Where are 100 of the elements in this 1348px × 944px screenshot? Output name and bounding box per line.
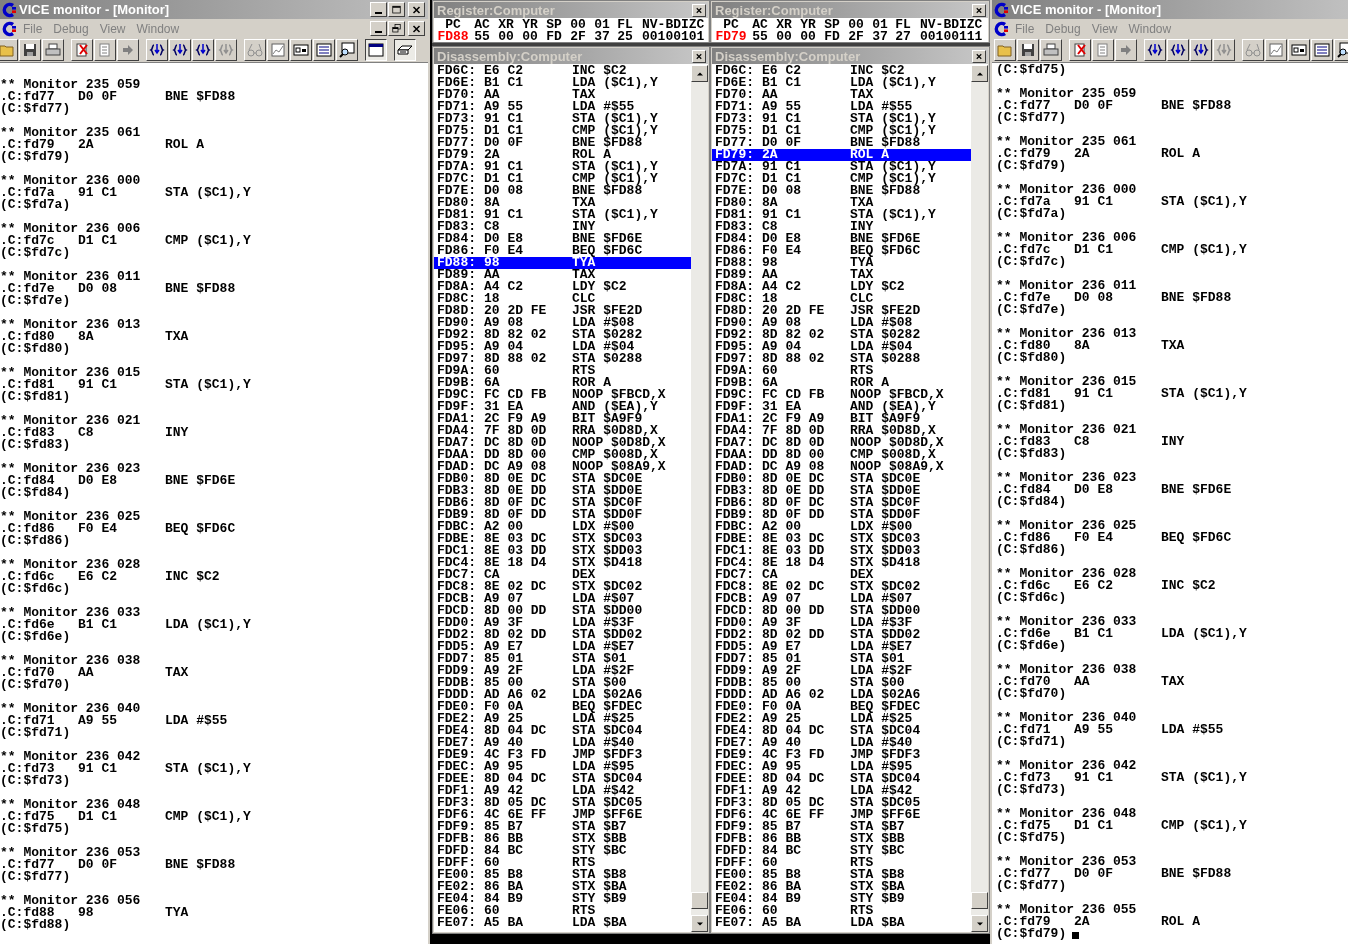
disassembly-row[interactable]: FD8A: A4 C2 LDY $C2 — [434, 281, 691, 293]
disassembly-row[interactable]: FD92: 8D 82 02 STA $0282 — [434, 329, 691, 341]
disassembly-row[interactable]: FDD2: 8D 02 DD STA $DD02 — [434, 629, 691, 641]
disassembly-row[interactable]: FDEE: 8D 04 DC STA $DC04 — [712, 773, 971, 785]
disassembly-row[interactable]: FD8D: 20 2D FE JSR $FE2D — [434, 305, 691, 317]
disassembly-row[interactable]: FD7C: D1 C1 CMP ($C1),Y — [712, 173, 971, 185]
close-button[interactable] — [972, 3, 986, 17]
disassembly-row[interactable]: FDEC: A9 95 LDA #$95 — [434, 761, 691, 773]
disassembly-row[interactable]: FD81: 91 C1 STA ($C1),Y — [712, 209, 971, 221]
toolbar-button[interactable] — [365, 39, 387, 61]
close-button[interactable] — [972, 49, 986, 63]
disassembly-row[interactable]: FDF1: A9 42 LDA #$42 — [434, 785, 691, 797]
disassembly-row[interactable]: FDEC: A9 95 LDA #$95 — [712, 761, 971, 773]
disassembly-row[interactable]: FDCD: 8D 00 DD STA $DD00 — [434, 605, 691, 617]
disassembly-row[interactable]: FDFB: 86 BB STX $BB — [434, 833, 691, 845]
disassembly-row[interactable]: FD75: D1 C1 CMP ($C1),Y — [712, 125, 971, 137]
disassembly-row[interactable]: FD8C: 18 CLC — [434, 293, 691, 305]
disassembly-row[interactable]: FD79: 2A ROL A — [712, 149, 971, 161]
disassembly-row[interactable]: FDE2: A9 25 LDA #$25 — [712, 713, 971, 725]
disassembly-row[interactable]: FDB9: 8D 0F DD STA $DD0F — [434, 509, 691, 521]
disassembly-row[interactable]: FDAA: DD 8D 00 CMP $008D,X — [434, 449, 691, 461]
disassembly-row[interactable]: FE07: A5 BA LDA $BA — [434, 917, 691, 929]
disassembly-row[interactable]: FDA1: 2C F9 A9 BIT $A9F9 — [434, 413, 691, 425]
disassembly-row[interactable]: FDC4: 8E 18 D4 STX $D418 — [434, 557, 691, 569]
disassembly-row[interactable]: FD73: 91 C1 STA ($C1),Y — [434, 113, 691, 125]
maximize-button[interactable] — [388, 2, 405, 17]
scroll-up-button[interactable] — [971, 65, 988, 82]
scroll-thumb[interactable] — [691, 892, 708, 909]
minimize-button[interactable] — [370, 2, 387, 17]
disassembly-row[interactable]: FD77: D0 0F BNE $FD88 — [434, 137, 691, 149]
toolbar-button[interactable] — [394, 39, 416, 61]
disassembly-row[interactable]: FD6C: E6 C2 INC $C2 — [434, 65, 691, 77]
disassembly-row[interactable]: FDA4: 7F 8D 0D RRA $0D8D,X — [434, 425, 691, 437]
disassembly-row[interactable]: FD7A: 91 C1 STA ($C1),Y — [712, 161, 971, 173]
disassembly-row[interactable]: FDD5: A9 E7 LDA #$E7 — [434, 641, 691, 653]
disassembly-row[interactable]: FD80: 8A TXA — [434, 197, 691, 209]
disassembly-row[interactable]: FD86: F0 E4 BEQ $FD6C — [712, 245, 971, 257]
disassembly-row[interactable]: FD8A: A4 C2 LDY $C2 — [712, 281, 971, 293]
disassembly-row[interactable]: FDF9: 85 B7 STA $B7 — [712, 821, 971, 833]
disassembly-row[interactable]: FD9C: FC CD FB NOOP $FBCD,X — [434, 389, 691, 401]
disassembly-row[interactable]: FDBC: A2 00 LDX #$00 — [712, 521, 971, 533]
disassembly-row[interactable]: FDC8: 8E 02 DC STX $DC02 — [712, 581, 971, 593]
disassembly-row[interactable]: FDE2: A9 25 LDA #$25 — [434, 713, 691, 725]
disassembly-row[interactable]: FDB0: 8D 0E DC STA $DC0E — [434, 473, 691, 485]
disassembly-row[interactable]: FD6E: B1 C1 LDA ($C1),Y — [712, 77, 971, 89]
disassembly-row[interactable]: FD71: A9 55 LDA #$55 — [712, 101, 971, 113]
disassembly-row[interactable]: FDD5: A9 E7 LDA #$E7 — [712, 641, 971, 653]
close-button[interactable] — [692, 3, 706, 17]
disassembly-row[interactable]: FD95: A9 04 LDA #$04 — [712, 341, 971, 353]
disassembly-row[interactable]: FD7A: 91 C1 STA ($C1),Y — [434, 161, 691, 173]
disassembly-row[interactable]: FDFF: 60 RTS — [712, 857, 971, 869]
disassembly-row[interactable]: FD9B: 6A ROR A — [434, 377, 691, 389]
disassembly-row[interactable]: FDC7: CA DEX — [712, 569, 971, 581]
disassembly-row[interactable]: FD97: 8D 88 02 STA $0288 — [712, 353, 971, 365]
disassembly-row[interactable]: FD90: A9 08 LDA #$08 — [434, 317, 691, 329]
scroll-down-button[interactable] — [691, 915, 708, 932]
disassembly-row[interactable]: FE00: 85 B8 STA $B8 — [712, 869, 971, 881]
disassembly-row[interactable]: FD86: F0 E4 BEQ $FD6C — [434, 245, 691, 257]
disassembly-row[interactable]: FDE9: 4C F3 FD JMP $FDF3 — [712, 749, 971, 761]
disassembly-row[interactable]: FD75: D1 C1 CMP ($C1),Y — [434, 125, 691, 137]
disassembly-row[interactable]: FD71: A9 55 LDA #$55 — [434, 101, 691, 113]
restore-button[interactable] — [388, 21, 405, 36]
disassembly-row[interactable]: FDDB: 85 00 STA $00 — [434, 677, 691, 689]
disassembly-row[interactable]: FDFF: 60 RTS — [434, 857, 691, 869]
disassembly-row[interactable]: FD9A: 60 RTS — [434, 365, 691, 377]
disassembly-row[interactable]: FD9F: 31 EA AND ($EA),Y — [712, 401, 971, 413]
disassembly-row[interactable]: FD6E: B1 C1 LDA ($C1),Y — [434, 77, 691, 89]
disassembly-row[interactable]: FDBE: 8E 03 DC STX $DC03 — [434, 533, 691, 545]
disassembly-row[interactable]: FDE7: A9 40 LDA #$40 — [712, 737, 971, 749]
disassembly-row[interactable]: FDCD: 8D 00 DD STA $DD00 — [712, 605, 971, 617]
disassembly-row[interactable]: FD9F: 31 EA AND ($EA),Y — [434, 401, 691, 413]
disassembly-row[interactable]: FD79: 2A ROL A — [434, 149, 691, 161]
disassembly-row[interactable]: FDF6: 4C 6E FF JMP $FF6E — [712, 809, 971, 821]
disassembly-row[interactable]: FDB3: 8D 0E DD STA $DD0E — [434, 485, 691, 497]
disassembly-row[interactable]: FD9B: 6A ROR A — [712, 377, 971, 389]
disassembly-row[interactable]: FD95: A9 04 LDA #$04 — [434, 341, 691, 353]
disassembly-row[interactable]: FDFB: 86 BB STX $BB — [712, 833, 971, 845]
disassembly-row[interactable]: FDA7: DC 8D 0D NOOP $0D8D,X — [434, 437, 691, 449]
disassembly-row[interactable]: FD81: 91 C1 STA ($C1),Y — [434, 209, 691, 221]
disassembly-row[interactable]: FDDB: 85 00 STA $00 — [712, 677, 971, 689]
disassembly-row[interactable]: FDB9: 8D 0F DD STA $DD0F — [712, 509, 971, 521]
disassembly-row[interactable]: FDC4: 8E 18 D4 STX $D418 — [712, 557, 971, 569]
disassembly-row[interactable]: FDE9: 4C F3 FD JMP $FDF3 — [434, 749, 691, 761]
disassembly-row[interactable]: FE04: 84 B9 STY $B9 — [712, 893, 971, 905]
disassembly-row[interactable]: FE04: 84 B9 STY $B9 — [434, 893, 691, 905]
disassembly-row[interactable]: FDE4: 8D 04 DC STA $DC04 — [712, 725, 971, 737]
disassembly-row[interactable]: FD89: AA TAX — [712, 269, 971, 281]
disassembly-row[interactable]: FDB0: 8D 0E DC STA $DC0E — [712, 473, 971, 485]
disassembly-row[interactable]: FD88: 98 TYA — [712, 257, 971, 269]
disassembly-row[interactable]: FDF1: A9 42 LDA #$42 — [712, 785, 971, 797]
disassembly-row[interactable]: FDFD: 84 BC STY $BC — [434, 845, 691, 857]
disassembly-row[interactable]: FD7C: D1 C1 CMP ($C1),Y — [434, 173, 691, 185]
disassembly-row[interactable]: FDE7: A9 40 LDA #$40 — [434, 737, 691, 749]
disassembly-row[interactable]: FE06: 60 RTS — [712, 905, 971, 917]
disassembly-row[interactable]: FDF3: 8D 05 DC STA $DC05 — [434, 797, 691, 809]
disassembly-row[interactable]: FDF3: 8D 05 DC STA $DC05 — [712, 797, 971, 809]
disassembly-row[interactable]: FDC7: CA DEX — [434, 569, 691, 581]
disassembly-row[interactable]: FDB6: 8D 0F DC STA $DC0F — [712, 497, 971, 509]
disassembly-row[interactable]: FD70: AA TAX — [712, 89, 971, 101]
disassembly-row[interactable]: FD6C: E6 C2 INC $C2 — [712, 65, 971, 77]
